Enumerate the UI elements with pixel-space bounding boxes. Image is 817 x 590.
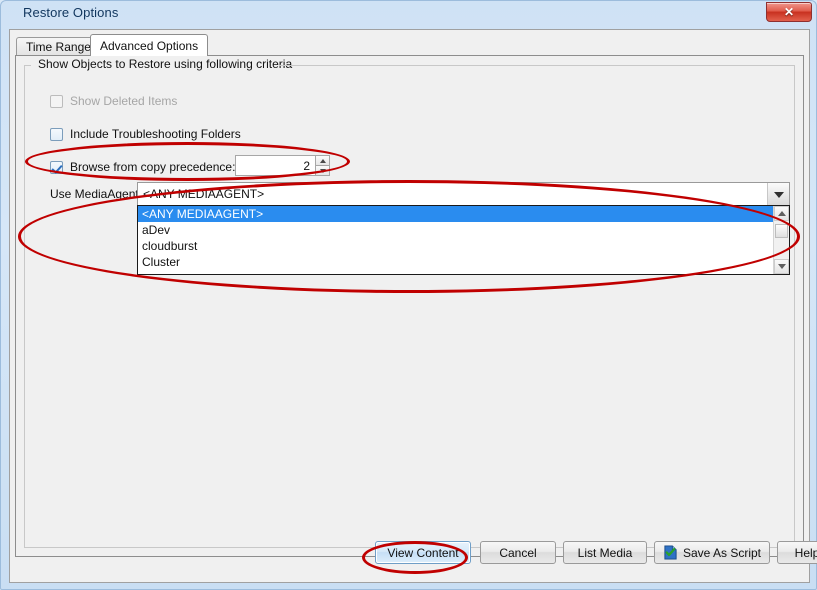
chevron-up-icon[interactable]: [315, 155, 330, 165]
chevron-down-icon[interactable]: [315, 165, 330, 176]
checkbox-label-show-deleted-items: Show Deleted Items: [70, 94, 177, 108]
dropdown-scrollbar[interactable]: [773, 206, 789, 274]
mediaagent-dropdown-list[interactable]: <ANY MEDIAAGENT> aDev cloudburst Cluster: [137, 205, 790, 275]
scrollbar-thumb[interactable]: [775, 224, 788, 238]
checkbox-row-show-deleted-items[interactable]: Show Deleted Items: [50, 93, 177, 109]
save-as-script-button-label: Save As Script: [683, 546, 761, 560]
list-item[interactable]: Cluster: [138, 254, 773, 270]
list-media-button-label: List Media: [578, 546, 633, 560]
tab-panel-advanced-options: Show Objects to Restore using following …: [15, 55, 804, 557]
view-content-button-label: View Content: [387, 546, 458, 560]
save-script-icon: [663, 545, 678, 560]
copy-precedence-input[interactable]: [235, 155, 315, 176]
list-item[interactable]: aDev: [138, 222, 773, 238]
tab-advanced-options[interactable]: Advanced Options: [90, 34, 208, 56]
copy-precedence-stepper[interactable]: [235, 155, 330, 176]
use-mediaagent-label: Use MediaAgent: [50, 187, 139, 201]
help-button[interactable]: Help: [777, 541, 817, 564]
criteria-group-label: Show Objects to Restore using following …: [34, 57, 296, 71]
list-item[interactable]: <ANY MEDIAAGENT>: [138, 206, 773, 222]
checkbox-include-troubleshooting-folders: [50, 128, 63, 141]
close-button[interactable]: ✕: [766, 2, 812, 22]
scroll-up-icon[interactable]: [774, 206, 789, 221]
list-item[interactable]: cloudburst: [138, 238, 773, 254]
criteria-group-box: Show Objects to Restore using following …: [24, 65, 795, 548]
mediaagent-selected-value: <ANY MEDIAAGENT>: [138, 187, 767, 201]
checkbox-show-deleted-items: [50, 95, 63, 108]
dialog-button-bar: View Content Cancel List Media Save As S…: [10, 530, 811, 582]
save-as-script-button[interactable]: Save As Script: [654, 541, 770, 564]
close-icon: ✕: [767, 3, 811, 21]
dialog-client-area: Time Range Advanced Options Show Objects…: [9, 29, 810, 583]
help-button-label: Help: [795, 546, 817, 560]
view-content-button[interactable]: View Content: [375, 541, 471, 564]
tab-time-range[interactable]: Time Range: [16, 37, 101, 55]
checkbox-row-include-troubleshooting-folders[interactable]: Include Troubleshooting Folders: [50, 126, 241, 142]
chevron-down-icon[interactable]: [767, 183, 789, 205]
checkbox-label-browse-from-copy-precedence: Browse from copy precedence:: [70, 160, 235, 174]
checkbox-label-include-troubleshooting-folders: Include Troubleshooting Folders: [70, 127, 241, 141]
list-media-button[interactable]: List Media: [563, 541, 647, 564]
window-title: Restore Options: [23, 5, 118, 20]
title-bar: Restore Options ✕: [1, 1, 817, 27]
checkbox-browse-from-copy-precedence: [50, 161, 63, 174]
stepper-buttons: [315, 155, 330, 176]
mediaagent-option-list: <ANY MEDIAAGENT> aDev cloudburst Cluster: [138, 206, 773, 274]
cancel-button-label: Cancel: [499, 546, 536, 560]
window-frame: Restore Options ✕ Time Range Advanced Op…: [0, 0, 817, 590]
restore-options-dialog: Restore Options ✕ Time Range Advanced Op…: [0, 0, 817, 590]
cancel-button[interactable]: Cancel: [480, 541, 556, 564]
checkbox-row-browse-from-copy-precedence[interactable]: Browse from copy precedence:: [50, 159, 235, 175]
mediaagent-combobox[interactable]: <ANY MEDIAAGENT>: [137, 182, 790, 206]
scroll-down-icon[interactable]: [774, 259, 789, 274]
